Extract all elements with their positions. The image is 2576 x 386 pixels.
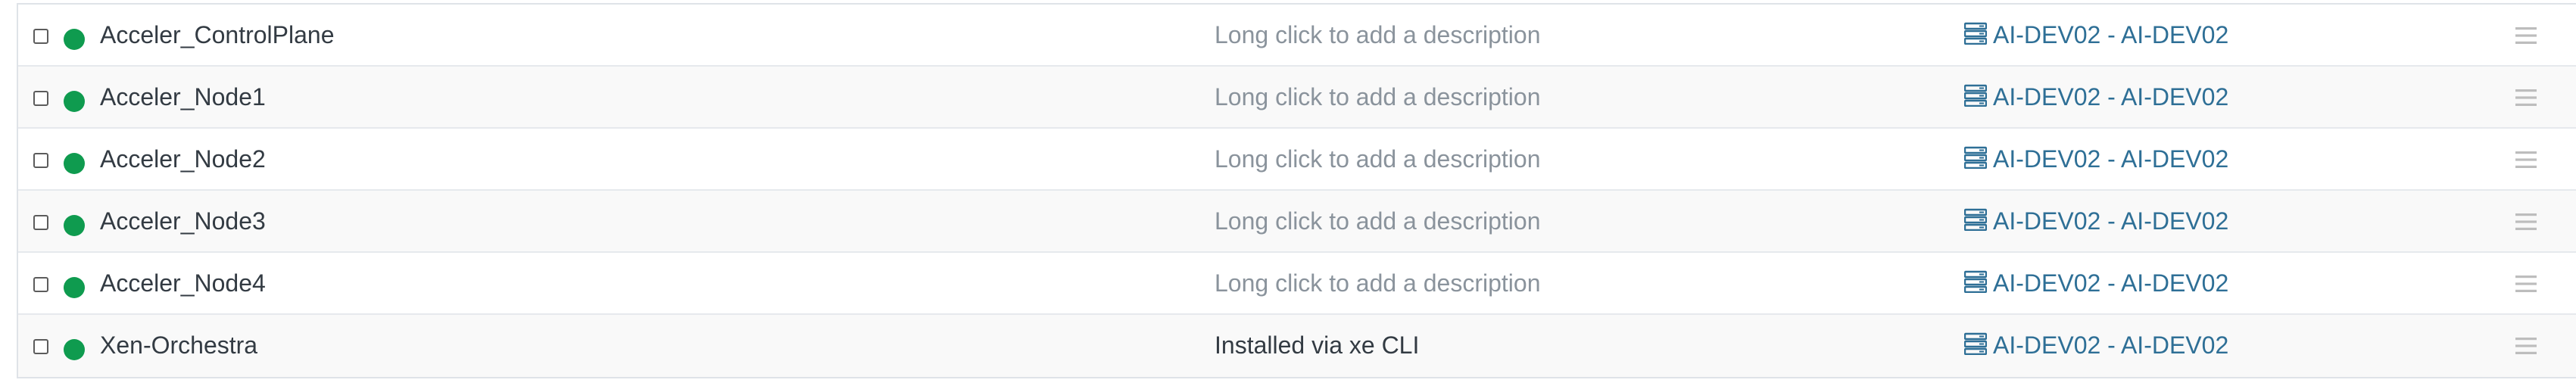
drag-handle-icon[interactable]	[2515, 88, 2537, 107]
row-select-checkbox[interactable]	[33, 215, 48, 230]
status-running-icon	[64, 29, 85, 50]
status-running-icon	[64, 153, 85, 174]
host-link[interactable]: AI-DEV02 - AI-DEV02	[1964, 253, 2228, 313]
vm-row[interactable]: Acceler_Node3 Long click to add a descri…	[18, 191, 2576, 253]
drag-handle-icon[interactable]	[2515, 26, 2537, 45]
row-select-checkbox[interactable]	[33, 339, 48, 354]
server-icon	[1964, 146, 1987, 169]
host-label: AI-DEV02 - AI-DEV02	[1993, 207, 2229, 235]
host-link[interactable]: AI-DEV02 - AI-DEV02	[1964, 5, 2228, 65]
vm-description[interactable]: Installed via xe CLI	[1215, 315, 1419, 375]
row-select-checkbox[interactable]	[33, 277, 48, 292]
vm-row[interactable]: Acceler_Node1 Long click to add a descri…	[18, 67, 2576, 129]
vm-name[interactable]: Acceler_Node3	[100, 191, 266, 251]
status-running-icon	[64, 277, 85, 298]
vm-list: Acceler_ControlPlane Long click to add a…	[17, 3, 2576, 378]
host-link[interactable]: AI-DEV02 - AI-DEV02	[1964, 129, 2228, 189]
drag-handle-icon[interactable]	[2515, 212, 2537, 232]
row-select-checkbox[interactable]	[33, 29, 48, 44]
host-label: AI-DEV02 - AI-DEV02	[1993, 269, 2229, 297]
vm-row[interactable]: Acceler_ControlPlane Long click to add a…	[18, 5, 2576, 67]
status-running-icon	[64, 91, 85, 112]
vm-description[interactable]: Long click to add a description	[1215, 253, 1540, 313]
drag-handle-icon[interactable]	[2515, 274, 2537, 294]
host-label: AI-DEV02 - AI-DEV02	[1993, 331, 2229, 359]
server-icon	[1964, 332, 1987, 355]
vm-description[interactable]: Long click to add a description	[1215, 191, 1540, 251]
drag-handle-icon[interactable]	[2515, 150, 2537, 170]
vm-name[interactable]: Acceler_Node2	[100, 129, 266, 189]
vm-name[interactable]: Acceler_Node4	[100, 253, 266, 313]
host-link[interactable]: AI-DEV02 - AI-DEV02	[1964, 191, 2228, 251]
vm-row[interactable]: Acceler_Node2 Long click to add a descri…	[18, 129, 2576, 191]
vm-description[interactable]: Long click to add a description	[1215, 5, 1540, 65]
server-icon	[1964, 270, 1987, 293]
row-select-checkbox[interactable]	[33, 153, 48, 168]
host-label: AI-DEV02 - AI-DEV02	[1993, 145, 2229, 173]
server-icon	[1964, 22, 1987, 45]
status-running-icon	[64, 339, 85, 360]
vm-row[interactable]: Acceler_Node4 Long click to add a descri…	[18, 253, 2576, 315]
drag-handle-icon[interactable]	[2515, 336, 2537, 356]
vm-description[interactable]: Long click to add a description	[1215, 67, 1540, 127]
vm-row[interactable]: Xen-Orchestra Installed via xe CLI AI-DE…	[18, 315, 2576, 377]
vm-name[interactable]: Acceler_ControlPlane	[100, 5, 335, 65]
host-link[interactable]: AI-DEV02 - AI-DEV02	[1964, 67, 2228, 127]
host-label: AI-DEV02 - AI-DEV02	[1993, 20, 2229, 48]
server-icon	[1964, 208, 1987, 231]
vm-name[interactable]: Acceler_Node1	[100, 67, 266, 127]
host-link[interactable]: AI-DEV02 - AI-DEV02	[1964, 315, 2228, 375]
server-icon	[1964, 84, 1987, 107]
host-label: AI-DEV02 - AI-DEV02	[1993, 82, 2229, 111]
vm-description[interactable]: Long click to add a description	[1215, 129, 1540, 189]
vm-name[interactable]: Xen-Orchestra	[100, 315, 257, 375]
row-select-checkbox[interactable]	[33, 91, 48, 106]
status-running-icon	[64, 215, 85, 236]
